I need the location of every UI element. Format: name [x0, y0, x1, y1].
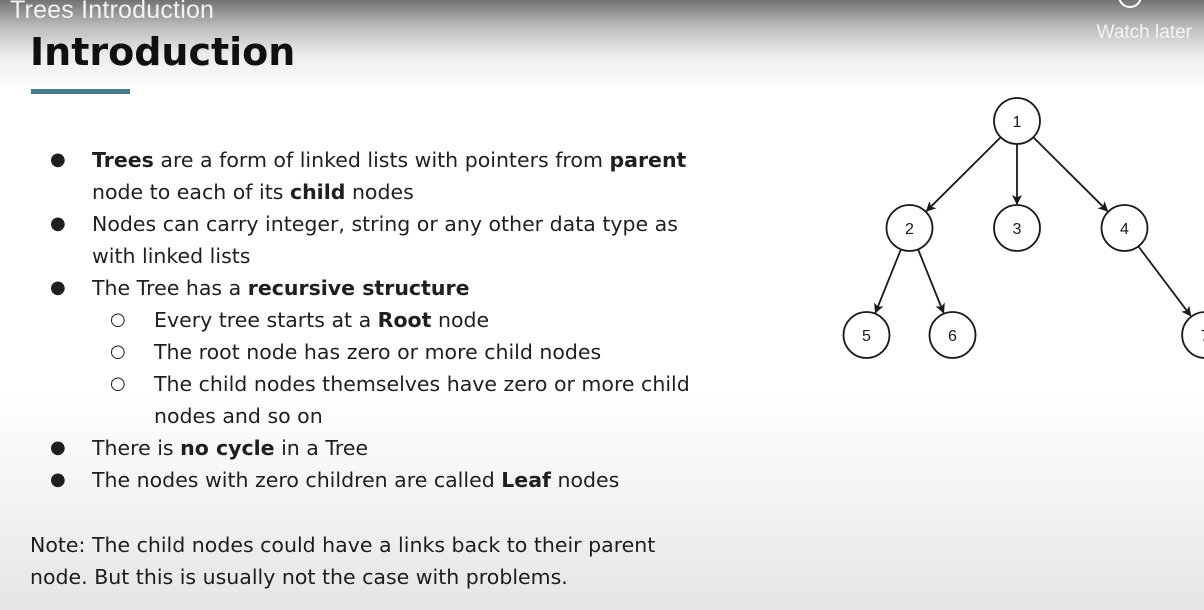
- watch-later-button[interactable]: Watch later: [1082, 0, 1192, 50]
- text-run: node: [431, 308, 490, 332]
- bullet-line: The root node has zero or more child nod…: [154, 336, 730, 368]
- bold-text: Leaf: [501, 468, 551, 492]
- filled-bullet-icon: ●: [50, 213, 66, 234]
- bullet-line: nodes and so on: [154, 400, 730, 432]
- sub-bullet-item: ○ The root node has zero or more child no…: [30, 336, 730, 368]
- text-run: There is: [92, 436, 181, 460]
- filled-bullet-icon: ●: [50, 277, 66, 298]
- note-line: node. But this is usually not the case w…: [30, 565, 568, 589]
- bullet-line: with linked lists: [92, 240, 730, 272]
- text-run: are a form of linked lists with pointers…: [153, 148, 610, 172]
- heading-underline: [31, 89, 130, 94]
- bold-text: parent: [609, 148, 687, 172]
- text-run: The root node has zero or more child nod…: [154, 340, 602, 364]
- bullet-line: The Tree has a recursive structure: [92, 272, 730, 304]
- hollow-bullet-icon: ○: [110, 309, 126, 330]
- text-run: nodes: [550, 468, 620, 492]
- filled-bullet-icon: ●: [50, 469, 66, 490]
- tree-node-3: 3: [993, 204, 1041, 252]
- bullet-line: Every tree starts at a Root node: [154, 304, 730, 336]
- filled-bullet-icon: ●: [50, 149, 66, 170]
- tree-edge-1-4: [1032, 136, 1109, 212]
- tree-node-6: 6: [928, 311, 977, 359]
- bullet-line: Trees are a form of linked lists with po…: [92, 144, 730, 176]
- tree-edge-4-7: [1137, 245, 1192, 317]
- bullet-line: node to each of its child nodes: [92, 176, 730, 208]
- bullet-line: There is no cycle in a Tree: [92, 432, 730, 464]
- filled-bullet-icon: ●: [50, 437, 66, 458]
- hollow-bullet-icon: ○: [110, 373, 126, 394]
- clock-icon: [1118, 0, 1142, 8]
- tree-node-7: 7: [1181, 311, 1204, 359]
- bullet-line: Nodes can carry integer, string or any o…: [92, 208, 730, 240]
- tree-node-2: 2: [885, 204, 934, 252]
- bold-text: no cycle: [180, 436, 275, 460]
- bullet-item: ● The nodes with zero children are called…: [30, 464, 730, 496]
- text-run: node to each of its: [92, 180, 290, 204]
- tree-node-label: 2: [905, 221, 914, 238]
- hollow-bullet-icon: ○: [110, 341, 126, 362]
- video-title[interactable]: Trees Introduction: [10, 0, 214, 25]
- tree-edge-2-6: [917, 249, 945, 314]
- sub-bullet-item: ○ Every tree starts at a Root node: [30, 304, 730, 336]
- note-line: Note: The child nodes could have a links…: [30, 533, 656, 557]
- tree-node-label: 1: [1013, 114, 1022, 131]
- text-run: The nodes with zero children are called: [92, 468, 502, 492]
- tree-node-label: 4: [1120, 221, 1129, 238]
- tree-node-4: 4: [1100, 204, 1149, 252]
- watch-later-label: Watch later: [1096, 22, 1192, 43]
- slide-heading: Introduction: [30, 30, 296, 74]
- note-text: Note: The child nodes could have a links…: [30, 529, 730, 593]
- tree-edge-1-2: [925, 136, 1002, 212]
- tree-node-5: 5: [842, 311, 891, 359]
- slide: Introduction ● Trees are a form of linked…: [0, 0, 1204, 610]
- bold-text: Root: [377, 308, 432, 332]
- tree-diagram: 1 2 3 4 5 6 7: [842, 97, 1204, 359]
- tree-edge-2-5: [874, 249, 902, 314]
- tree-node-label: 6: [948, 328, 957, 345]
- bullet-list: ● Trees are a form of linked lists with p…: [30, 144, 730, 496]
- tree-nodes: 1 2 3 4 5 6 7: [842, 97, 1204, 359]
- bullet-line: The nodes with zero children are called …: [92, 464, 730, 496]
- tree-node-label: 3: [1013, 221, 1022, 238]
- text-run: Nodes can carry integer, string or any o…: [92, 212, 678, 236]
- text-run: nodes and so on: [154, 404, 323, 428]
- tree-node-label: 5: [862, 328, 871, 345]
- text-run: with linked lists: [92, 244, 251, 268]
- text-run: in a Tree: [274, 436, 369, 460]
- bullet-line: The child nodes themselves have zero or …: [154, 368, 730, 400]
- sub-bullet-item: ○ The child nodes themselves have zero or…: [30, 368, 730, 432]
- bold-text: Trees: [92, 148, 154, 172]
- bullet-item: ● Trees are a form of linked lists with p…: [30, 144, 730, 208]
- bold-text: recursive structure: [247, 276, 470, 300]
- bold-text: child: [289, 180, 346, 204]
- text-run: The Tree has a: [92, 276, 248, 300]
- bullet-item: ● There is no cycle in a Tree: [30, 432, 730, 464]
- tree-node-1: 1: [993, 97, 1041, 145]
- text-run: nodes: [345, 180, 414, 204]
- text-run: The child nodes themselves have zero or …: [154, 372, 690, 396]
- bullet-item: ● Nodes can carry integer, string or any …: [30, 208, 730, 272]
- bullet-item: ● The Tree has a recursive structure: [30, 272, 730, 304]
- text-run: Every tree starts at a: [154, 308, 378, 332]
